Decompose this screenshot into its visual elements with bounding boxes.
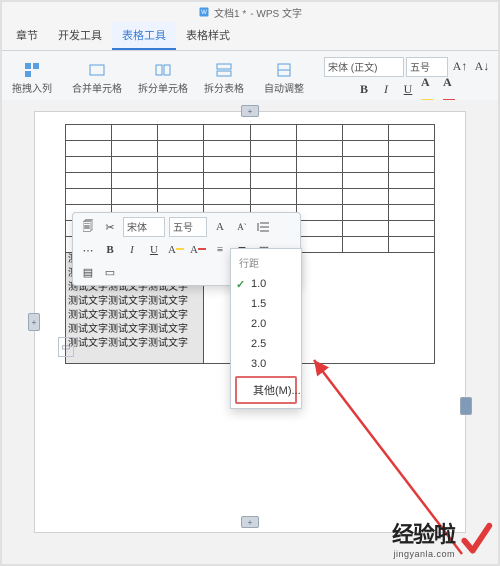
mini-font-name[interactable]: 宋体: [123, 217, 165, 237]
grp-autofit[interactable]: 自动调整: [258, 51, 310, 105]
table-row: [66, 125, 435, 141]
mini-cut-icon[interactable]: ✂: [101, 218, 119, 236]
split-table-label: 拆分表格: [204, 80, 244, 95]
tab-table-tools[interactable]: 表格工具: [112, 22, 176, 50]
mini-font-size[interactable]: 五号: [169, 217, 207, 237]
app-name: - WPS 文字: [250, 5, 302, 20]
mini-font-color[interactable]: A: [189, 241, 207, 259]
merged-text: 测试文字测试文字测试文字: [68, 295, 201, 309]
tab-dev[interactable]: 开发工具: [48, 22, 112, 50]
svg-text:W: W: [201, 10, 207, 16]
grp-split-cell[interactable]: 拆分单元格: [132, 51, 194, 105]
table-handle-right[interactable]: [460, 397, 472, 415]
tab-table-style[interactable]: 表格样式: [176, 22, 240, 50]
menu-item-3[interactable]: 3.0: [231, 354, 301, 374]
menu-item-2-5[interactable]: 2.5: [231, 334, 301, 354]
ribbon-tabs: 章节 开发工具 表格工具 表格样式: [2, 22, 498, 51]
table-row: [66, 157, 435, 173]
font-size-select[interactable]: 五号: [406, 57, 448, 77]
split-cell-label: 拆分单元格: [138, 80, 188, 95]
grp-drag[interactable]: 拖拽入列: [6, 51, 58, 105]
menu-item-other[interactable]: 其他(M)...: [235, 376, 297, 404]
app-icon: W: [198, 6, 210, 18]
table-handle-left[interactable]: +: [28, 313, 40, 331]
merged-text: 测试文字测试文字测试文字: [68, 323, 201, 337]
shrink-font-icon[interactable]: A↓: [472, 57, 492, 77]
highlight-button[interactable]: A: [420, 80, 440, 100]
menu-title: 行距: [231, 251, 301, 274]
check-icon: [459, 519, 493, 559]
page-note-icon[interactable]: ▭: [58, 337, 74, 357]
table-row: [66, 173, 435, 189]
merged-text: 测试文字测试文字测试文字: [68, 337, 201, 351]
app-window: W 文档1 * - WPS 文字 章节 开发工具 表格工具 表格样式 拖拽入列 …: [0, 0, 500, 566]
mini-underline[interactable]: U: [145, 241, 163, 259]
mini-delete-icon[interactable]: ▭: [101, 263, 119, 281]
watermark-text: 经验啦: [392, 517, 455, 549]
underline-button[interactable]: U: [398, 80, 418, 100]
mini-align-left-icon[interactable]: ≡: [211, 241, 229, 259]
menu-item-1[interactable]: 1.0: [231, 274, 301, 294]
title-bar: W 文档1 * - WPS 文字: [2, 2, 498, 22]
mini-line-spacing-icon[interactable]: [255, 218, 273, 236]
grp-split-table[interactable]: 拆分表格: [198, 51, 250, 105]
mini-bold[interactable]: B: [101, 241, 119, 259]
menu-item-2[interactable]: 2.0: [231, 314, 301, 334]
split-table-icon: [215, 61, 233, 79]
font-name-select[interactable]: 宋体 (正文): [324, 57, 404, 77]
watermark: 经验啦 jingyanla.com: [392, 517, 493, 559]
table-handle-top[interactable]: +: [241, 105, 259, 117]
grp-merge[interactable]: 合并单元格: [66, 51, 128, 105]
merge-icon: [88, 61, 106, 79]
mini-insert-icon[interactable]: ▤: [79, 263, 97, 281]
mini-more-icon[interactable]: ⋯: [79, 241, 97, 259]
line-spacing-menu: 行距 1.0 1.5 2.0 2.5 3.0 其他(M)...: [230, 248, 302, 409]
bold-button[interactable]: B: [354, 80, 374, 100]
autofit-label: 自动调整: [264, 80, 304, 95]
merge-label: 合并单元格: [72, 80, 122, 95]
table-row: [66, 189, 435, 205]
table-handle-bottom[interactable]: +: [241, 516, 259, 528]
italic-button[interactable]: I: [376, 80, 396, 100]
drag-icon: [23, 61, 41, 79]
split-cell-icon: [154, 61, 172, 79]
autofit-icon: [275, 61, 293, 79]
drag-label: 拖拽入列: [12, 80, 52, 95]
font-color-button[interactable]: A: [442, 80, 462, 100]
mini-shrink-font[interactable]: A`: [233, 218, 251, 236]
mini-copy-icon[interactable]: 🗐: [79, 218, 97, 236]
ribbon: 拖拽入列 合并单元格 拆分单元格 拆分表格 自动调整 宋体 (正文) 五号 A↑…: [2, 51, 498, 106]
doc-title: 文档1 *: [214, 5, 246, 20]
table-row: [66, 141, 435, 157]
menu-item-1-5[interactable]: 1.5: [231, 294, 301, 314]
mini-italic[interactable]: I: [123, 241, 141, 259]
merged-text: 测试文字测试文字测试文字: [68, 309, 201, 323]
mini-grow-font[interactable]: A: [211, 218, 229, 236]
tab-section[interactable]: 章节: [6, 22, 48, 50]
mini-highlight[interactable]: A: [167, 241, 185, 259]
grow-font-icon[interactable]: A↑: [450, 57, 470, 77]
watermark-sub: jingyanla.com: [392, 549, 455, 559]
grp-font: 宋体 (正文) 五号 A↑ A↓ B I U A A: [318, 51, 498, 105]
